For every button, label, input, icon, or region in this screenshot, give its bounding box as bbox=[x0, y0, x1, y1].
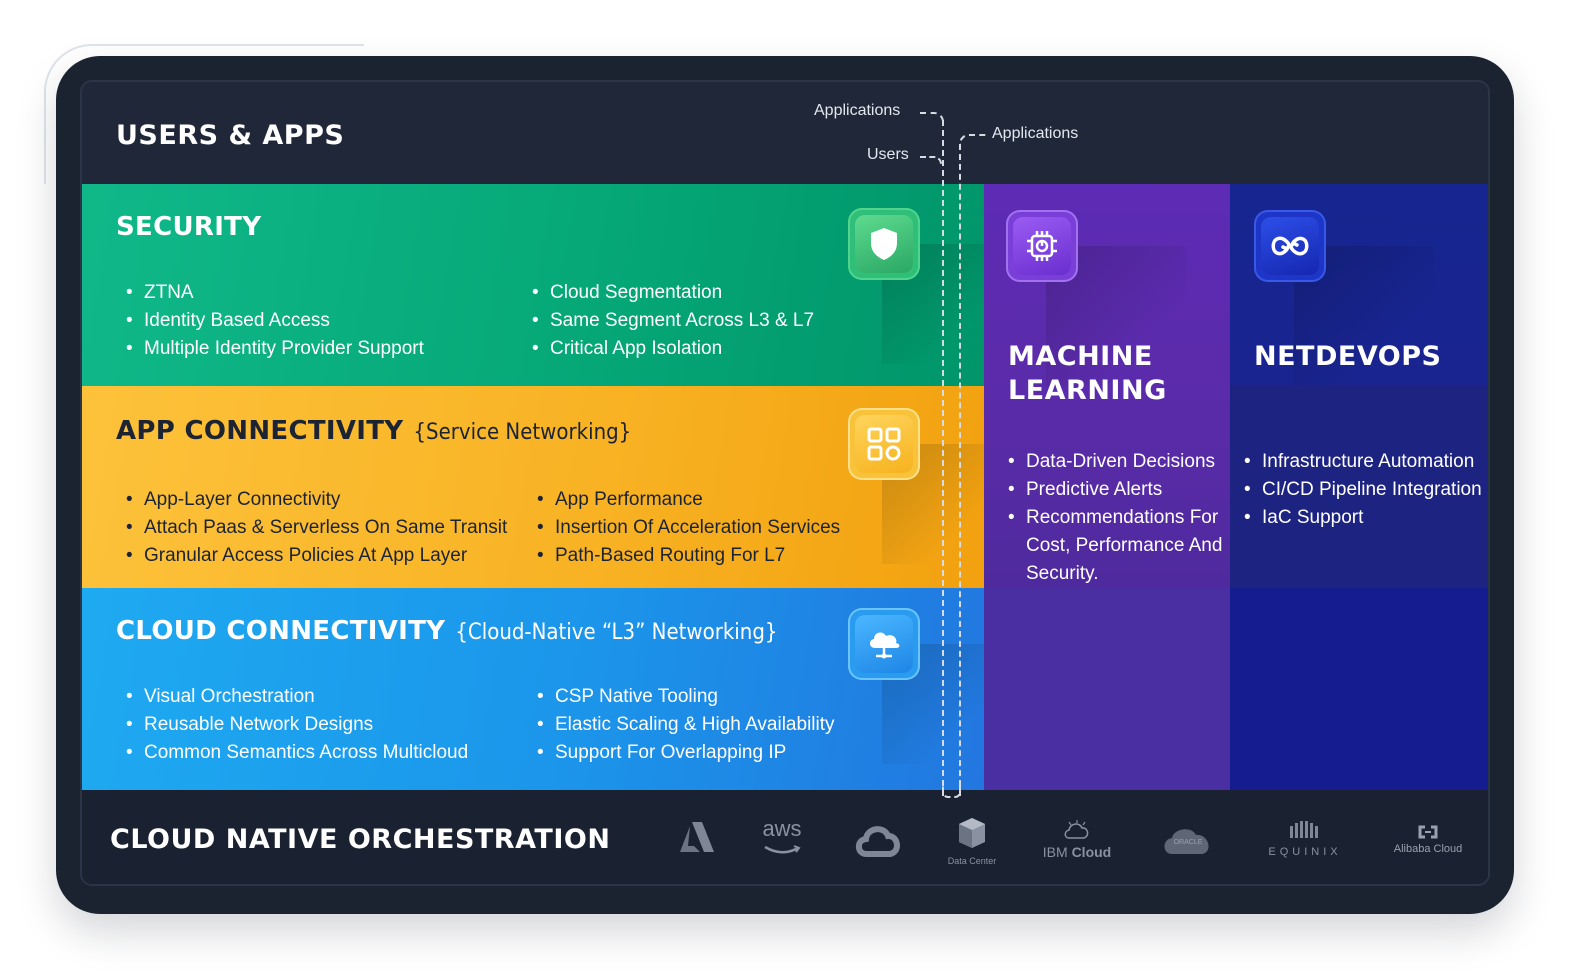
connector-loop bbox=[942, 782, 961, 798]
ibm-cloud-logo-text: IBM Cloud bbox=[1040, 844, 1114, 860]
app-title-line: APP CONNECTIVITY {Service Networking} bbox=[116, 416, 631, 446]
data-center-logo: Data Center bbox=[944, 816, 1000, 866]
list-item: IaC Support bbox=[1244, 504, 1482, 532]
netdevops-title: NETDEVOPS bbox=[1254, 341, 1442, 372]
connector-label-applications-right: Applications bbox=[992, 125, 1079, 142]
applications-connector-line-right bbox=[959, 144, 961, 796]
list-item: Elastic Scaling & High Availability bbox=[537, 711, 835, 739]
capability-rows: SECURITY ZTNA Identity Based Access Mult… bbox=[82, 184, 1002, 790]
list-item: Multiple Identity Provider Support bbox=[126, 335, 424, 363]
security-right-list: Cloud Segmentation Same Segment Across L… bbox=[532, 279, 814, 363]
app-right-list: App Performance Insertion Of Acceleratio… bbox=[537, 486, 840, 570]
list-item: Same Segment Across L3 & L7 bbox=[532, 307, 814, 335]
cloud-subtitle: {Cloud-Native “L3” Networking} bbox=[455, 620, 778, 645]
cloud-native-orchestration-band: CLOUD NATIVE ORCHESTRATION aws Data Cent… bbox=[82, 790, 1488, 884]
oracle-logo-text: ORACLE bbox=[1173, 839, 1203, 846]
netdevops-icon-tile bbox=[1254, 210, 1326, 282]
ml-title-line2: LEARNING bbox=[1008, 375, 1167, 406]
list-item-continuation: Security. bbox=[1026, 563, 1099, 584]
security-left-list: ZTNA Identity Based Access Multiple Iden… bbox=[126, 279, 424, 363]
netdevops-list: Infrastructure Automation CI/CD Pipeline… bbox=[1244, 448, 1482, 532]
app-connectivity-row: APP CONNECTIVITY {Service Networking} Ap… bbox=[82, 386, 1002, 588]
data-center-logo-text: Data Center bbox=[947, 856, 997, 866]
equinix-logo: EQUINIX bbox=[1262, 820, 1348, 858]
google-cloud-logo bbox=[854, 822, 902, 862]
alibaba-cloud-logo: Alibaba Cloud bbox=[1386, 824, 1470, 855]
list-item: Granular Access Policies At App Layer bbox=[126, 542, 507, 570]
oracle-cloud-logo: ORACLE bbox=[1160, 824, 1216, 858]
ibm-text: IBM bbox=[1042, 844, 1068, 860]
shield-icon bbox=[855, 215, 913, 273]
ibm-cloud-logo: IBM Cloud bbox=[1040, 820, 1114, 860]
netdevops-column: NETDEVOPS Infrastructure Automation CI/C… bbox=[1230, 184, 1488, 790]
list-item: Support For Overlapping IP bbox=[537, 739, 835, 767]
orchestration-title: CLOUD NATIVE ORCHESTRATION bbox=[110, 824, 611, 855]
chip-icon bbox=[1013, 217, 1071, 275]
list-item: Data-Driven Decisions bbox=[1008, 448, 1222, 476]
list-item: Recommendations For bbox=[1008, 504, 1222, 532]
list-item: Insertion Of Acceleration Services bbox=[537, 514, 840, 542]
cloud-text: Cloud bbox=[1071, 844, 1112, 860]
app-left-list: App-Layer Connectivity Attach Paas & Ser… bbox=[126, 486, 507, 570]
list-item: App-Layer Connectivity bbox=[126, 486, 507, 514]
aws-logo-text: aws bbox=[762, 816, 802, 841]
cloud-title: CLOUD CONNECTIVITY bbox=[116, 616, 446, 646]
machine-learning-column: MACHINE LEARNING Data-Driven Decisions P… bbox=[984, 184, 1230, 790]
app-title: APP CONNECTIVITY bbox=[116, 416, 404, 446]
list-item: Critical App Isolation bbox=[532, 335, 814, 363]
list-item: Visual Orchestration bbox=[126, 683, 468, 711]
connector-label-users: Users bbox=[867, 146, 909, 163]
cloud-left-list: Visual Orchestration Reusable Network De… bbox=[126, 683, 468, 767]
grid-icon bbox=[855, 415, 913, 473]
cloud-connectivity-row: CLOUD CONNECTIVITY {Cloud-Native “L3” Ne… bbox=[82, 588, 1002, 790]
list-item: CSP Native Tooling bbox=[537, 683, 835, 711]
cloud-icon-tile bbox=[848, 608, 920, 680]
architecture-diagram: USERS & APPS SECURITY ZTNA Identity Base… bbox=[80, 80, 1490, 886]
ml-list: Data-Driven Decisions Predictive Alerts … bbox=[1008, 448, 1222, 588]
connector-label-applications-left: Applications bbox=[814, 102, 901, 119]
list-item: Infrastructure Automation bbox=[1244, 448, 1482, 476]
applications-connector-line bbox=[942, 120, 944, 796]
security-icon-tile bbox=[848, 208, 920, 280]
list-item: ZTNA bbox=[126, 279, 424, 307]
ml-icon-tile bbox=[1006, 210, 1078, 282]
connector-curve bbox=[920, 156, 942, 166]
cloud-right-list: CSP Native Tooling Elastic Scaling & Hig… bbox=[537, 683, 835, 767]
cloud-title-line: CLOUD CONNECTIVITY {Cloud-Native “L3” Ne… bbox=[116, 616, 778, 646]
list-item: Predictive Alerts bbox=[1008, 476, 1222, 504]
list-item: CI/CD Pipeline Integration bbox=[1244, 476, 1482, 504]
app-subtitle: {Service Networking} bbox=[413, 420, 632, 445]
list-item: Cloud Segmentation bbox=[532, 279, 814, 307]
list-item: App Performance bbox=[537, 486, 840, 514]
alibaba-logo-text: Alibaba Cloud bbox=[1393, 843, 1463, 855]
ml-title: MACHINE LEARNING bbox=[1008, 340, 1167, 408]
list-item: Attach Paas & Serverless On Same Transit bbox=[126, 514, 507, 542]
security-row: SECURITY ZTNA Identity Based Access Mult… bbox=[82, 184, 1002, 386]
cloud-network-icon bbox=[855, 615, 913, 673]
connector-curve bbox=[959, 134, 987, 146]
azure-logo bbox=[678, 820, 716, 858]
list-item: Identity Based Access bbox=[126, 307, 424, 335]
security-title-line: SECURITY bbox=[116, 212, 261, 242]
ml-title-line1: MACHINE bbox=[1008, 341, 1153, 372]
app-icon-tile bbox=[848, 408, 920, 480]
nd-lower-panel bbox=[1230, 588, 1488, 790]
list-item-continuation: Cost, Performance And bbox=[1026, 535, 1223, 556]
infinity-icon bbox=[1261, 217, 1319, 275]
security-title: SECURITY bbox=[116, 212, 262, 242]
list-item: Reusable Network Designs bbox=[126, 711, 468, 739]
connector-curve bbox=[920, 112, 944, 124]
list-item: Common Semantics Across Multicloud bbox=[126, 739, 468, 767]
users-apps-band: USERS & APPS bbox=[82, 82, 1488, 184]
users-apps-title: USERS & APPS bbox=[116, 120, 345, 151]
list-item: Path-Based Routing For L7 bbox=[537, 542, 840, 570]
ml-lower-panel bbox=[984, 588, 1230, 790]
equinix-logo-text: EQUINIX bbox=[1268, 846, 1342, 858]
aws-logo: aws bbox=[760, 818, 804, 859]
